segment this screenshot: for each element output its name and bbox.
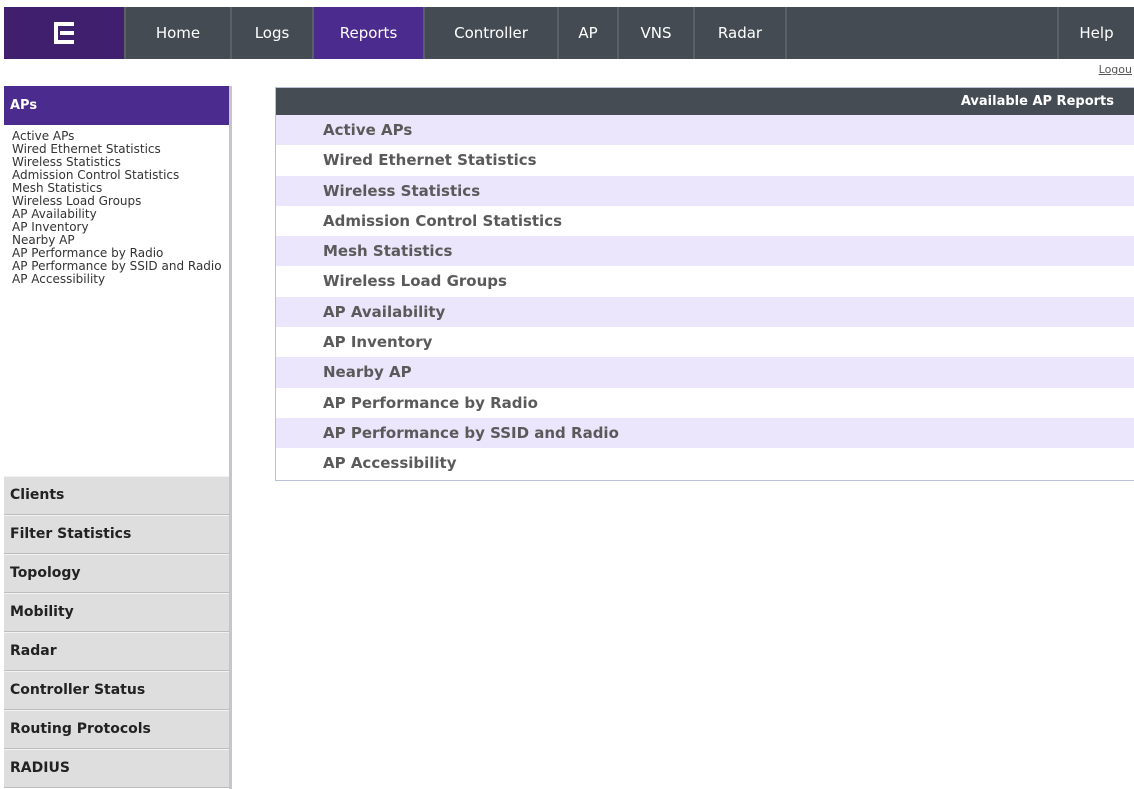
sidebar-link-list: Active APs Wired Ethernet Statistics Wir… (4, 125, 229, 476)
sidebar-link-active-aps[interactable]: Active APs (12, 130, 229, 143)
sidebar-section-controller-status[interactable]: Controller Status (4, 671, 229, 710)
sidebar-link-mesh-statistics[interactable]: Mesh Statistics (12, 182, 229, 195)
sidebar-section-clients[interactable]: Clients (4, 476, 229, 515)
report-row-mesh-statistics[interactable]: Mesh Statistics (276, 236, 1134, 267)
report-row-admission-control-statistics[interactable]: Admission Control Statistics (276, 205, 1134, 237)
sidebar-link-ap-performance-by-ssid-and-radio[interactable]: AP Performance by SSID and Radio (12, 260, 229, 273)
sidebar-link-wired-ethernet-statistics[interactable]: Wired Ethernet Statistics (12, 143, 229, 156)
nav-ap[interactable]: AP (559, 7, 619, 59)
sidebar-link-nearby-ap[interactable]: Nearby AP (12, 234, 229, 247)
nav-controller[interactable]: Controller (425, 7, 559, 59)
sidebar-section-radar[interactable]: Radar (4, 632, 229, 671)
nav-spacer (787, 7, 1059, 59)
top-navigation: Home Logs Reports Controller AP VNS Rada… (4, 7, 1134, 59)
report-row-wireless-load-groups[interactable]: Wireless Load Groups (276, 266, 1134, 297)
nav-reports[interactable]: Reports (314, 7, 425, 59)
report-row-wired-ethernet-statistics[interactable]: Wired Ethernet Statistics (276, 145, 1134, 176)
sidebar-link-ap-accessibility[interactable]: AP Accessibility (12, 273, 229, 286)
nav-radar[interactable]: Radar (695, 7, 787, 59)
sidebar-link-ap-performance-by-radio[interactable]: AP Performance by Radio (12, 247, 229, 260)
logo[interactable] (4, 7, 126, 59)
available-reports-panel: Available AP Reports Active APs Wired Et… (275, 87, 1134, 481)
sidebar-link-admission-control-statistics[interactable]: Admission Control Statistics (12, 169, 229, 182)
sidebar-section-aps[interactable]: APs (4, 86, 229, 125)
sidebar-link-wireless-load-groups[interactable]: Wireless Load Groups (12, 195, 229, 208)
sidebar-link-ap-availability[interactable]: AP Availability (12, 208, 229, 221)
sidebar-link-wireless-statistics[interactable]: Wireless Statistics (12, 156, 229, 169)
report-row-active-aps[interactable]: Active APs (276, 115, 1134, 146)
nav-home[interactable]: Home (126, 7, 232, 59)
report-row-nearby-ap[interactable]: Nearby AP (276, 357, 1134, 388)
nav-vns[interactable]: VNS (619, 7, 695, 59)
nav-help[interactable]: Help (1059, 7, 1134, 59)
sidebar: APs Active APs Wired Ethernet Statistics… (4, 86, 232, 789)
report-row-ap-availability[interactable]: AP Availability (276, 296, 1134, 328)
report-row-ap-performance-by-ssid-and-radio[interactable]: AP Performance by SSID and Radio (276, 417, 1134, 449)
logout-link[interactable]: Logou (1099, 63, 1132, 76)
extreme-logo-icon (54, 22, 74, 44)
report-row-ap-performance-by-radio[interactable]: AP Performance by Radio (276, 387, 1134, 418)
sidebar-link-ap-inventory[interactable]: AP Inventory (12, 221, 229, 234)
sidebar-section-filter-statistics[interactable]: Filter Statistics (4, 515, 229, 554)
sidebar-section-topology[interactable]: Topology (4, 554, 229, 593)
sidebar-section-mobility[interactable]: Mobility (4, 593, 229, 632)
panel-title: Available AP Reports (276, 88, 1134, 115)
sidebar-section-routing-protocols[interactable]: Routing Protocols (4, 710, 229, 749)
report-row-wireless-statistics[interactable]: Wireless Statistics (276, 175, 1134, 206)
report-row-ap-inventory[interactable]: AP Inventory (276, 327, 1134, 358)
nav-logs[interactable]: Logs (232, 7, 314, 59)
report-row-ap-accessibility[interactable]: AP Accessibility (276, 448, 1134, 479)
sidebar-section-radius[interactable]: RADIUS (4, 749, 229, 788)
